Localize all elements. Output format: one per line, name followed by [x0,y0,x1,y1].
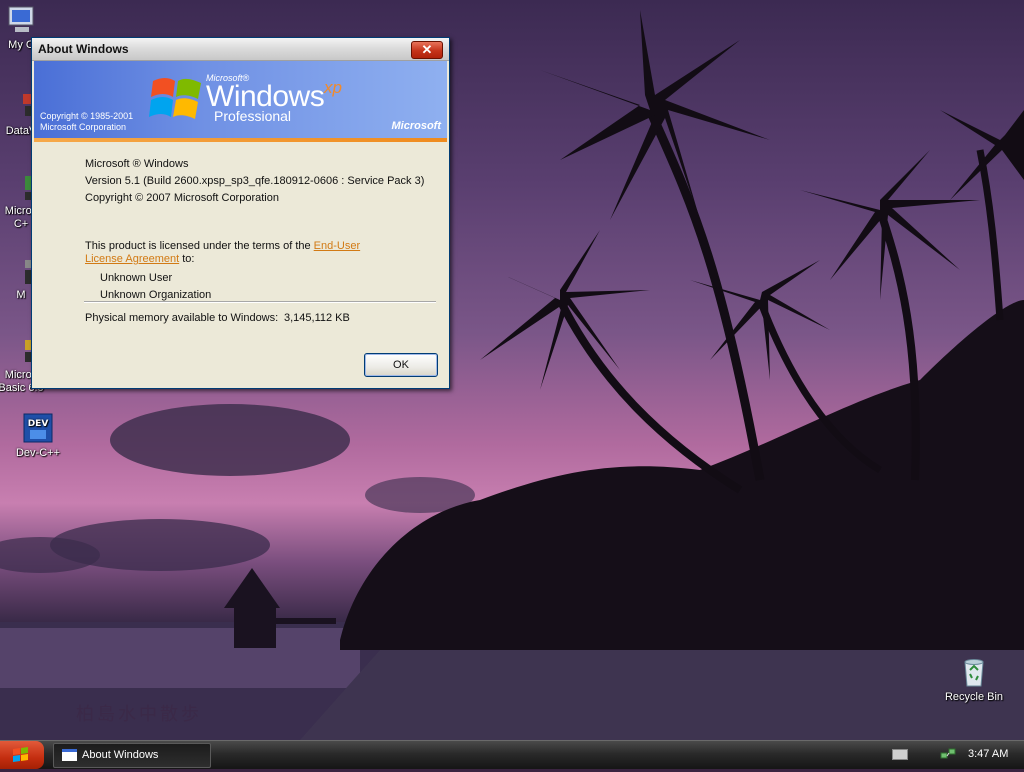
license-line1: This product is licensed under the terms… [85,240,360,252]
banner-microsoft-logo: Microsoft [391,120,442,132]
about-content: Microsoft ® Windows Version 5.1 (Build 2… [32,143,449,388]
network-icon[interactable] [940,747,956,763]
windows-logo-icon [13,747,28,762]
recycle-bin-icon [964,659,984,687]
version-text: Version 5.1 (Build 2600.xpsp_sp3_qfe.180… [85,175,425,187]
svg-text:DEV: DEV [28,419,49,429]
computer-icon [8,6,34,32]
taskbar-button-about-windows[interactable]: About Windows [53,743,211,768]
eula-link-part2[interactable]: License Agreement [85,253,179,265]
windows-flag-icon [149,78,201,119]
window-title: About Windows [38,42,129,56]
taskbar-button-label: About Windows [82,749,159,761]
licensed-user: Unknown User [100,272,173,284]
windows-xp-banner: Copyright © 1985-2001 Microsoft Corporat… [34,61,447,138]
desktop-icon-dev-cpp[interactable]: DEV Dev-C++ [1,412,75,460]
eula-link-part1[interactable]: End-User [314,240,360,252]
start-button[interactable] [0,741,44,769]
keyboard-icon[interactable] [892,749,908,760]
ok-button[interactable]: OK [364,353,438,377]
banner-orange-stripe [34,138,447,142]
banner-copyright-line1: Copyright © 1985-2001 [40,111,134,121]
window-icon [62,749,77,761]
memory-value: 3,145,112 KB [284,312,350,324]
product-name: Microsoft ® Windows [85,158,189,170]
desktop-icon-label: Recycle Bin [944,691,1004,703]
license-prefix: This product is licensed under the terms… [85,240,314,252]
divider [84,301,436,303]
title-bar[interactable]: About Windows ✕ [32,38,449,61]
banner-edition: Professional [214,108,292,124]
system-tray: 3:47 AM [884,741,1024,769]
taskbar: About Windows 3:47 AM [0,740,1024,769]
licensed-organization: Unknown Organization [100,289,212,301]
banner-xp-mark: xp [324,78,342,97]
desktop-icon-recycle-bin[interactable]: Recycle Bin [937,656,1011,704]
license-line2: License Agreement to: [85,253,194,265]
desktop-icon-label: Dev-C++ [15,447,61,459]
close-icon: ✕ [421,42,433,57]
license-suffix: to: [179,253,195,265]
memory-label: Physical memory available to Windows: [85,312,279,324]
about-windows-dialog: About Windows ✕ Copyright © 1985-2001 Mi… [31,37,450,389]
banner-copyright: Copyright © 1985-2001 Microsoft Corporat… [40,111,133,133]
close-button[interactable]: ✕ [411,41,443,59]
clock[interactable]: 3:47 AM [968,748,1008,760]
banner-copyright-line2: Microsoft Corporation [40,122,127,132]
dev-cpp-icon: DEV [23,413,53,443]
wallpaper-caption: 柏島水中散歩 [76,704,202,725]
copyright-text: Copyright © 2007 Microsoft Corporation [85,192,279,204]
